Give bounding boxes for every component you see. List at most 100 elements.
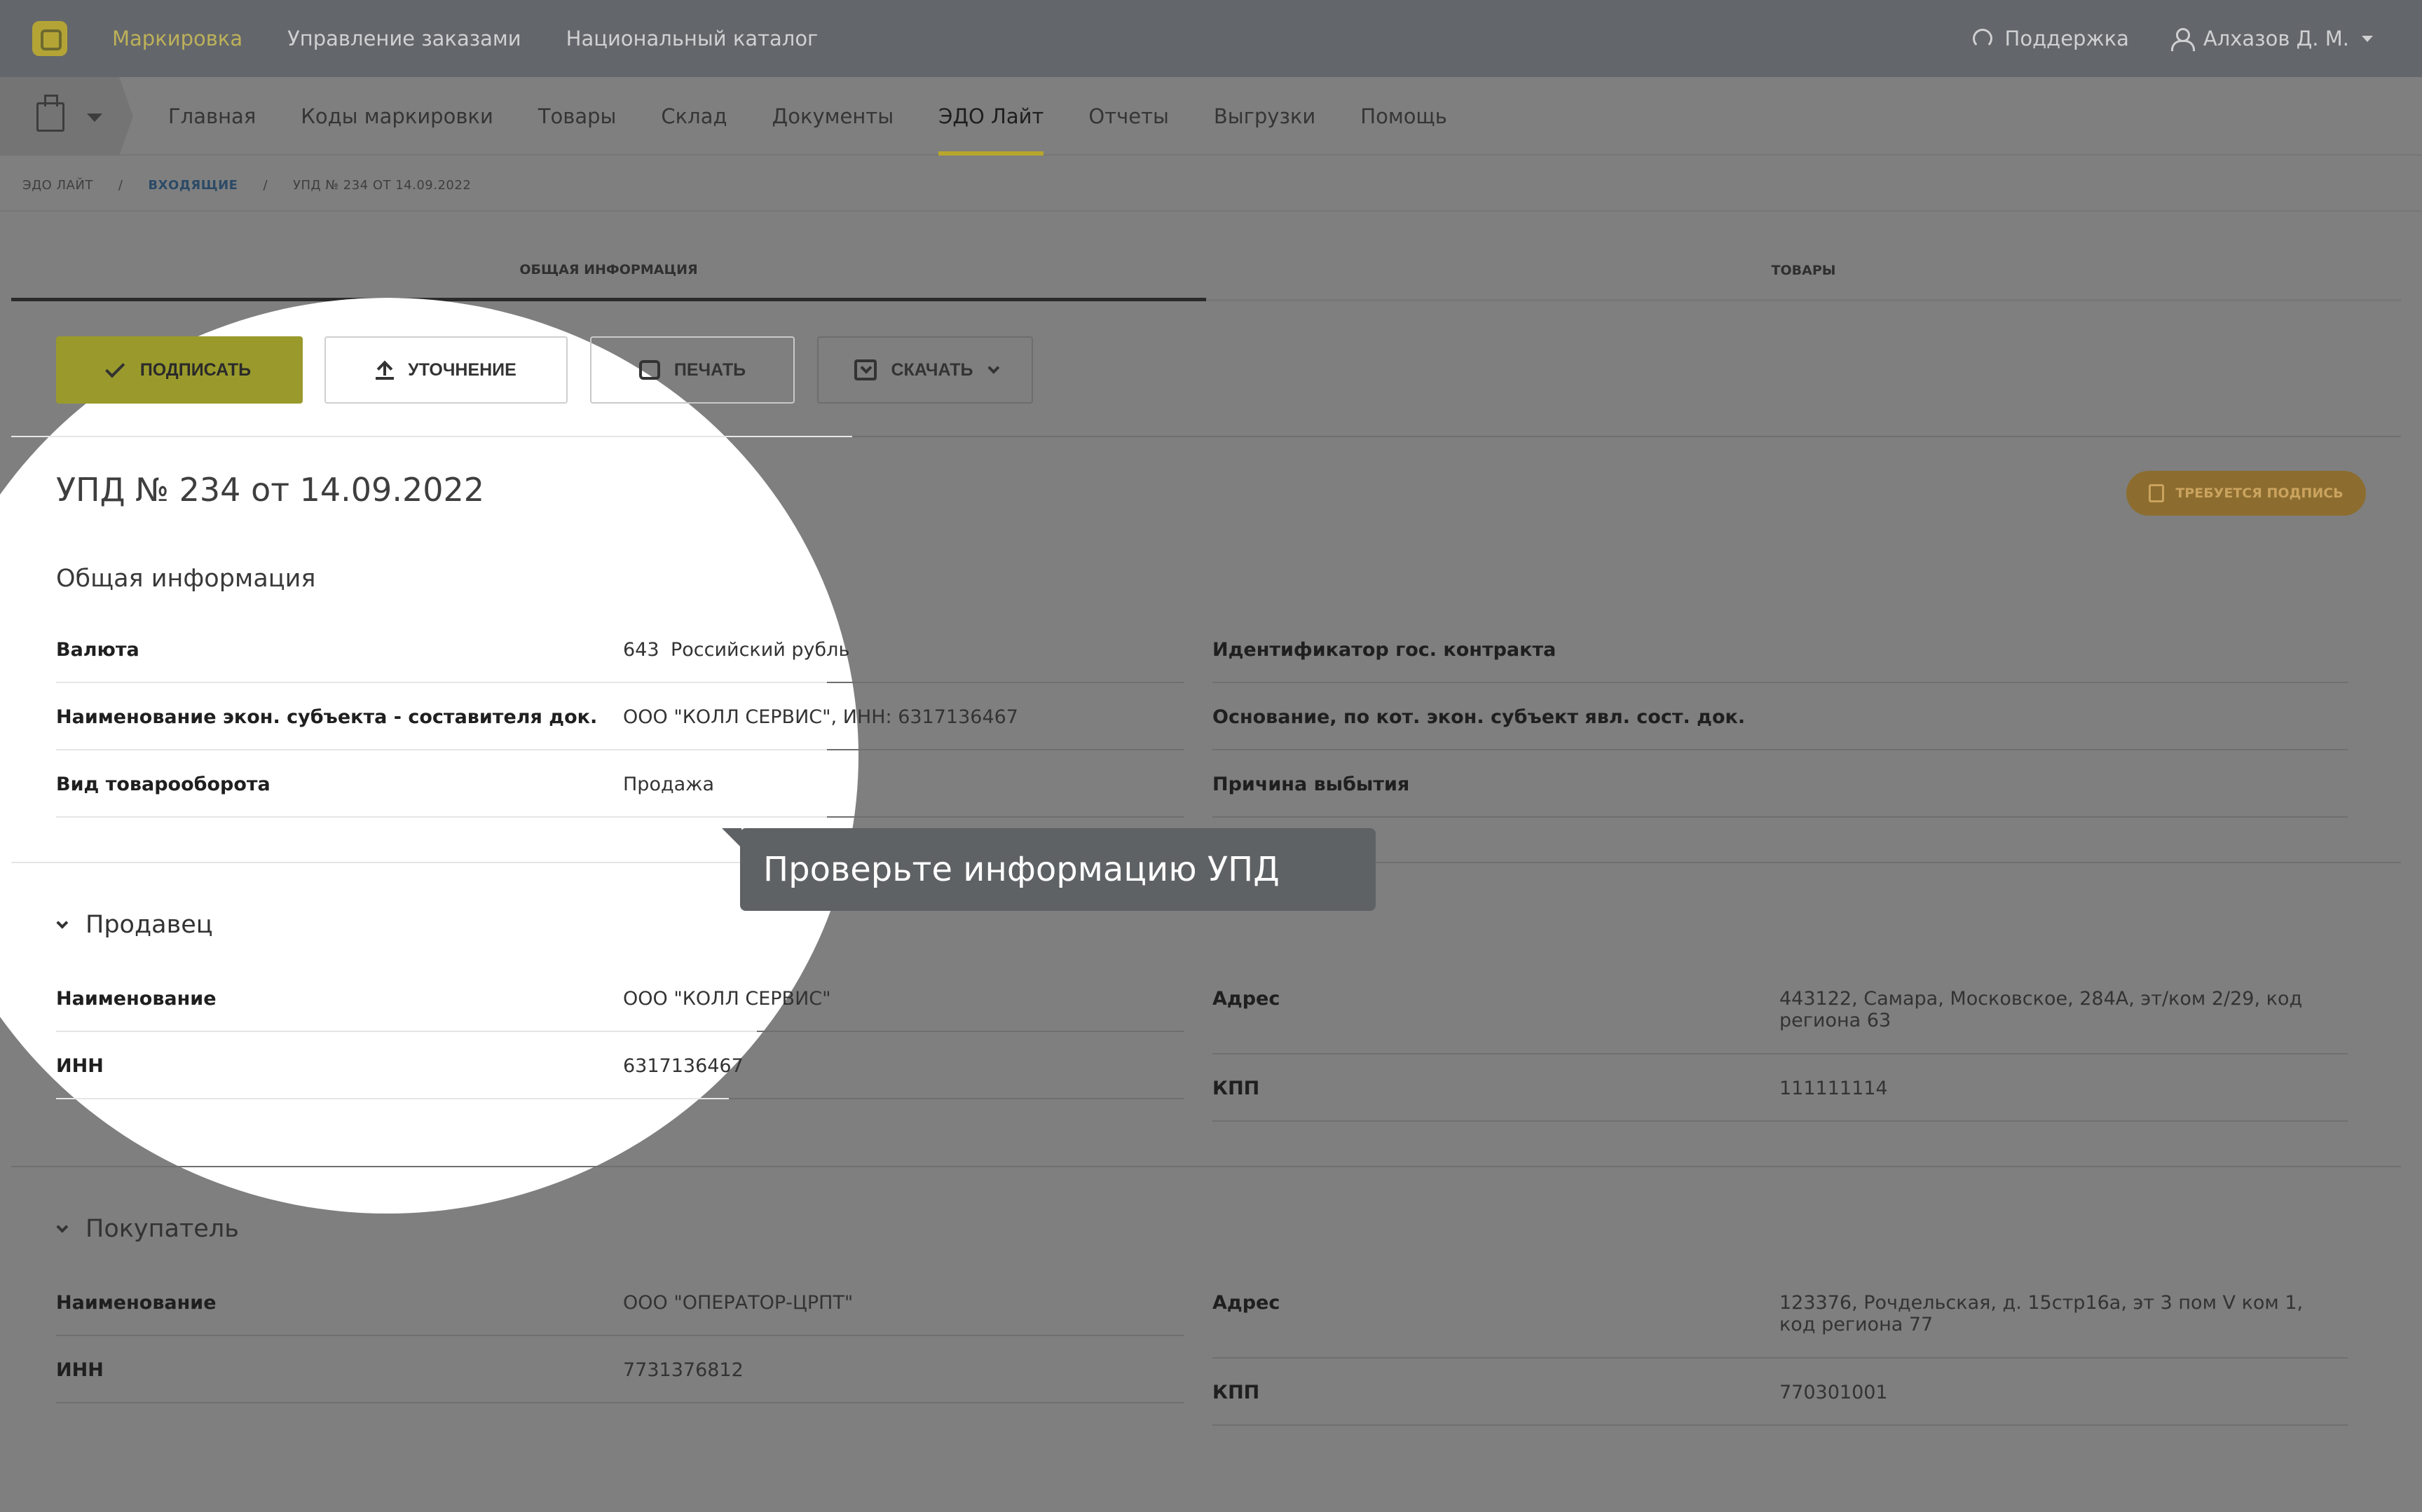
tab-help[interactable]: Помощь xyxy=(1360,77,1447,156)
tab-home[interactable]: Главная xyxy=(168,77,256,156)
divider xyxy=(0,210,2422,212)
caret-down-icon xyxy=(2362,35,2373,42)
buyer-kpp-value: 770301001 xyxy=(1779,1382,1888,1403)
divider xyxy=(1212,1120,2348,1122)
divider xyxy=(1212,1357,2348,1359)
logo-icon[interactable] xyxy=(32,21,67,56)
currency-code: 643 xyxy=(623,639,659,661)
divider xyxy=(56,1031,757,1032)
buyer-address-label: Адрес xyxy=(1212,1292,1280,1314)
divider xyxy=(729,1098,1184,1099)
buyer-kpp-label: КПП xyxy=(1212,1382,1260,1403)
seller-kpp-label: КПП xyxy=(1212,1078,1260,1099)
top-nav-catalog[interactable]: Национальный каталог xyxy=(566,27,819,50)
divider xyxy=(11,862,852,863)
contract-label: Идентификатор гос. контракта xyxy=(1212,639,1556,661)
tab-edo-lite[interactable]: ЭДО Лайт xyxy=(938,77,1044,156)
divider xyxy=(1212,682,2348,683)
turnover-value: Продажа xyxy=(623,774,715,795)
divider xyxy=(827,682,1184,683)
tab-reports[interactable]: Отчеты xyxy=(1088,77,1169,156)
building-icon xyxy=(36,95,64,132)
chevron-down-icon xyxy=(56,1221,69,1233)
clarify-label: УТОЧНЕНИЕ xyxy=(408,359,516,380)
top-nav-orders[interactable]: Управление заказами xyxy=(287,27,521,50)
user-icon xyxy=(2170,28,2195,51)
divider xyxy=(757,1031,1184,1032)
sign-label: ПОДПИСАТЬ xyxy=(139,359,252,380)
divider xyxy=(56,1402,1184,1403)
divider xyxy=(1212,749,2348,750)
top-right: Поддержка Алхазов Д. М. xyxy=(1972,0,2373,77)
document-tabs: ОБЩАЯ ИНФОРМАЦИЯ ТОВАРЫ xyxy=(11,241,2401,301)
user-menu[interactable]: Алхазов Д. М. xyxy=(2170,27,2373,51)
general-info-title: Общая информация xyxy=(56,565,316,593)
top-bar: Маркировка Управление заказами Националь… xyxy=(0,0,2422,77)
printer-icon xyxy=(638,360,660,380)
caret-down-icon xyxy=(87,114,102,122)
print-button[interactable]: ПЕЧАТЬ xyxy=(590,336,795,404)
print-label: ПЕЧАТЬ xyxy=(673,359,746,380)
download-label: СКАЧАТЬ xyxy=(891,359,973,380)
buyer-name-value: ООО "ОПЕРАТОР-ЦРПТ" xyxy=(623,1292,854,1314)
clarify-button[interactable]: УТОЧНЕНИЕ xyxy=(324,336,568,404)
tooltip-arrow xyxy=(722,828,741,848)
buyer-address-value: 123376, Рочдельская, д. 15стр16а, эт 3 п… xyxy=(1779,1292,2304,1336)
headset-icon xyxy=(1972,29,1992,48)
download-icon xyxy=(854,359,877,380)
breadcrumb-separator: / xyxy=(263,178,268,193)
tab-codes[interactable]: Коды маркировки xyxy=(301,77,493,156)
divider xyxy=(1212,1053,2348,1054)
divider xyxy=(56,682,827,683)
tab-exports[interactable]: Выгрузки xyxy=(1214,77,1315,156)
org-switcher[interactable] xyxy=(0,77,133,156)
entity-value: ООО "КОЛЛ СЕРВИС", ИНН: 6317136467 xyxy=(623,706,1018,728)
section-nav: Главная Коды маркировки Товары Склад Док… xyxy=(168,77,1447,156)
document-icon xyxy=(2149,484,2165,502)
tab-products[interactable]: ТОВАРЫ xyxy=(1206,241,2401,301)
seller-section-toggle[interactable]: Продавец xyxy=(56,911,213,939)
onboarding-tooltip: Проверьте информацию УПД xyxy=(740,828,1376,911)
section-nav-bar: Главная Коды маркировки Товары Склад Док… xyxy=(0,77,2422,156)
buyer-name-label: Наименование xyxy=(56,1292,217,1314)
breadcrumb-separator: / xyxy=(118,178,123,193)
basis-label: Основание, по кот. экон. субъект явл. со… xyxy=(1212,706,1746,728)
divider xyxy=(56,749,827,750)
divider xyxy=(827,816,1184,818)
currency-name: Российский рубль xyxy=(671,639,850,661)
divider xyxy=(56,1098,729,1099)
tab-documents[interactable]: Документы xyxy=(772,77,894,156)
seller-address-label: Адрес xyxy=(1212,988,1280,1010)
status-label: ТРЕБУЕТСЯ ПОДПИСЬ xyxy=(2175,486,2344,501)
breadcrumb-incoming[interactable]: ВХОДЯЩИЕ xyxy=(148,178,238,193)
breadcrumb-current: УПД № 234 ОТ 14.09.2022 xyxy=(293,178,472,193)
seller-inn-value: 6317136467 xyxy=(623,1055,744,1077)
check-icon xyxy=(104,358,125,378)
tab-goods[interactable]: Товары xyxy=(538,77,617,156)
seller-kpp-value: 111111114 xyxy=(1779,1078,1888,1099)
divider xyxy=(852,436,2401,437)
divider xyxy=(11,436,852,437)
sign-button[interactable]: ПОДПИСАТЬ xyxy=(56,336,303,404)
turnover-label: Вид товарооборота xyxy=(56,774,271,795)
support-label: Поддержка xyxy=(2004,27,2129,50)
currency-label: Валюта xyxy=(56,639,139,661)
seller-name-value: ООО "КОЛЛ СЕРВИС" xyxy=(623,988,831,1010)
page-title: УПД № 234 от 14.09.2022 xyxy=(56,471,485,509)
seller-name-label: Наименование xyxy=(56,988,217,1010)
divider xyxy=(1212,1424,2348,1426)
breadcrumb: ЭДО ЛАЙТ / ВХОДЯЩИЕ / УПД № 234 ОТ 14.09… xyxy=(22,178,471,193)
divider xyxy=(1212,816,2348,818)
download-button[interactable]: СКАЧАТЬ xyxy=(817,336,1033,404)
top-nav-marking[interactable]: Маркировка xyxy=(112,27,242,50)
buyer-inn-label: ИНН xyxy=(56,1359,104,1381)
tab-general-info[interactable]: ОБЩАЯ ИНФОРМАЦИЯ xyxy=(11,241,1206,301)
buyer-section-toggle[interactable]: Покупатель xyxy=(56,1215,239,1243)
support-link[interactable]: Поддержка xyxy=(1972,27,2129,50)
breadcrumb-edo[interactable]: ЭДО ЛАЙТ xyxy=(22,178,93,193)
buyer-inn-value: 7731376812 xyxy=(623,1359,744,1381)
chevron-down-icon xyxy=(56,916,69,929)
top-nav: Маркировка Управление заказами Националь… xyxy=(112,0,818,77)
buyer-title: Покупатель xyxy=(85,1215,239,1243)
tab-warehouse[interactable]: Склад xyxy=(661,77,727,156)
